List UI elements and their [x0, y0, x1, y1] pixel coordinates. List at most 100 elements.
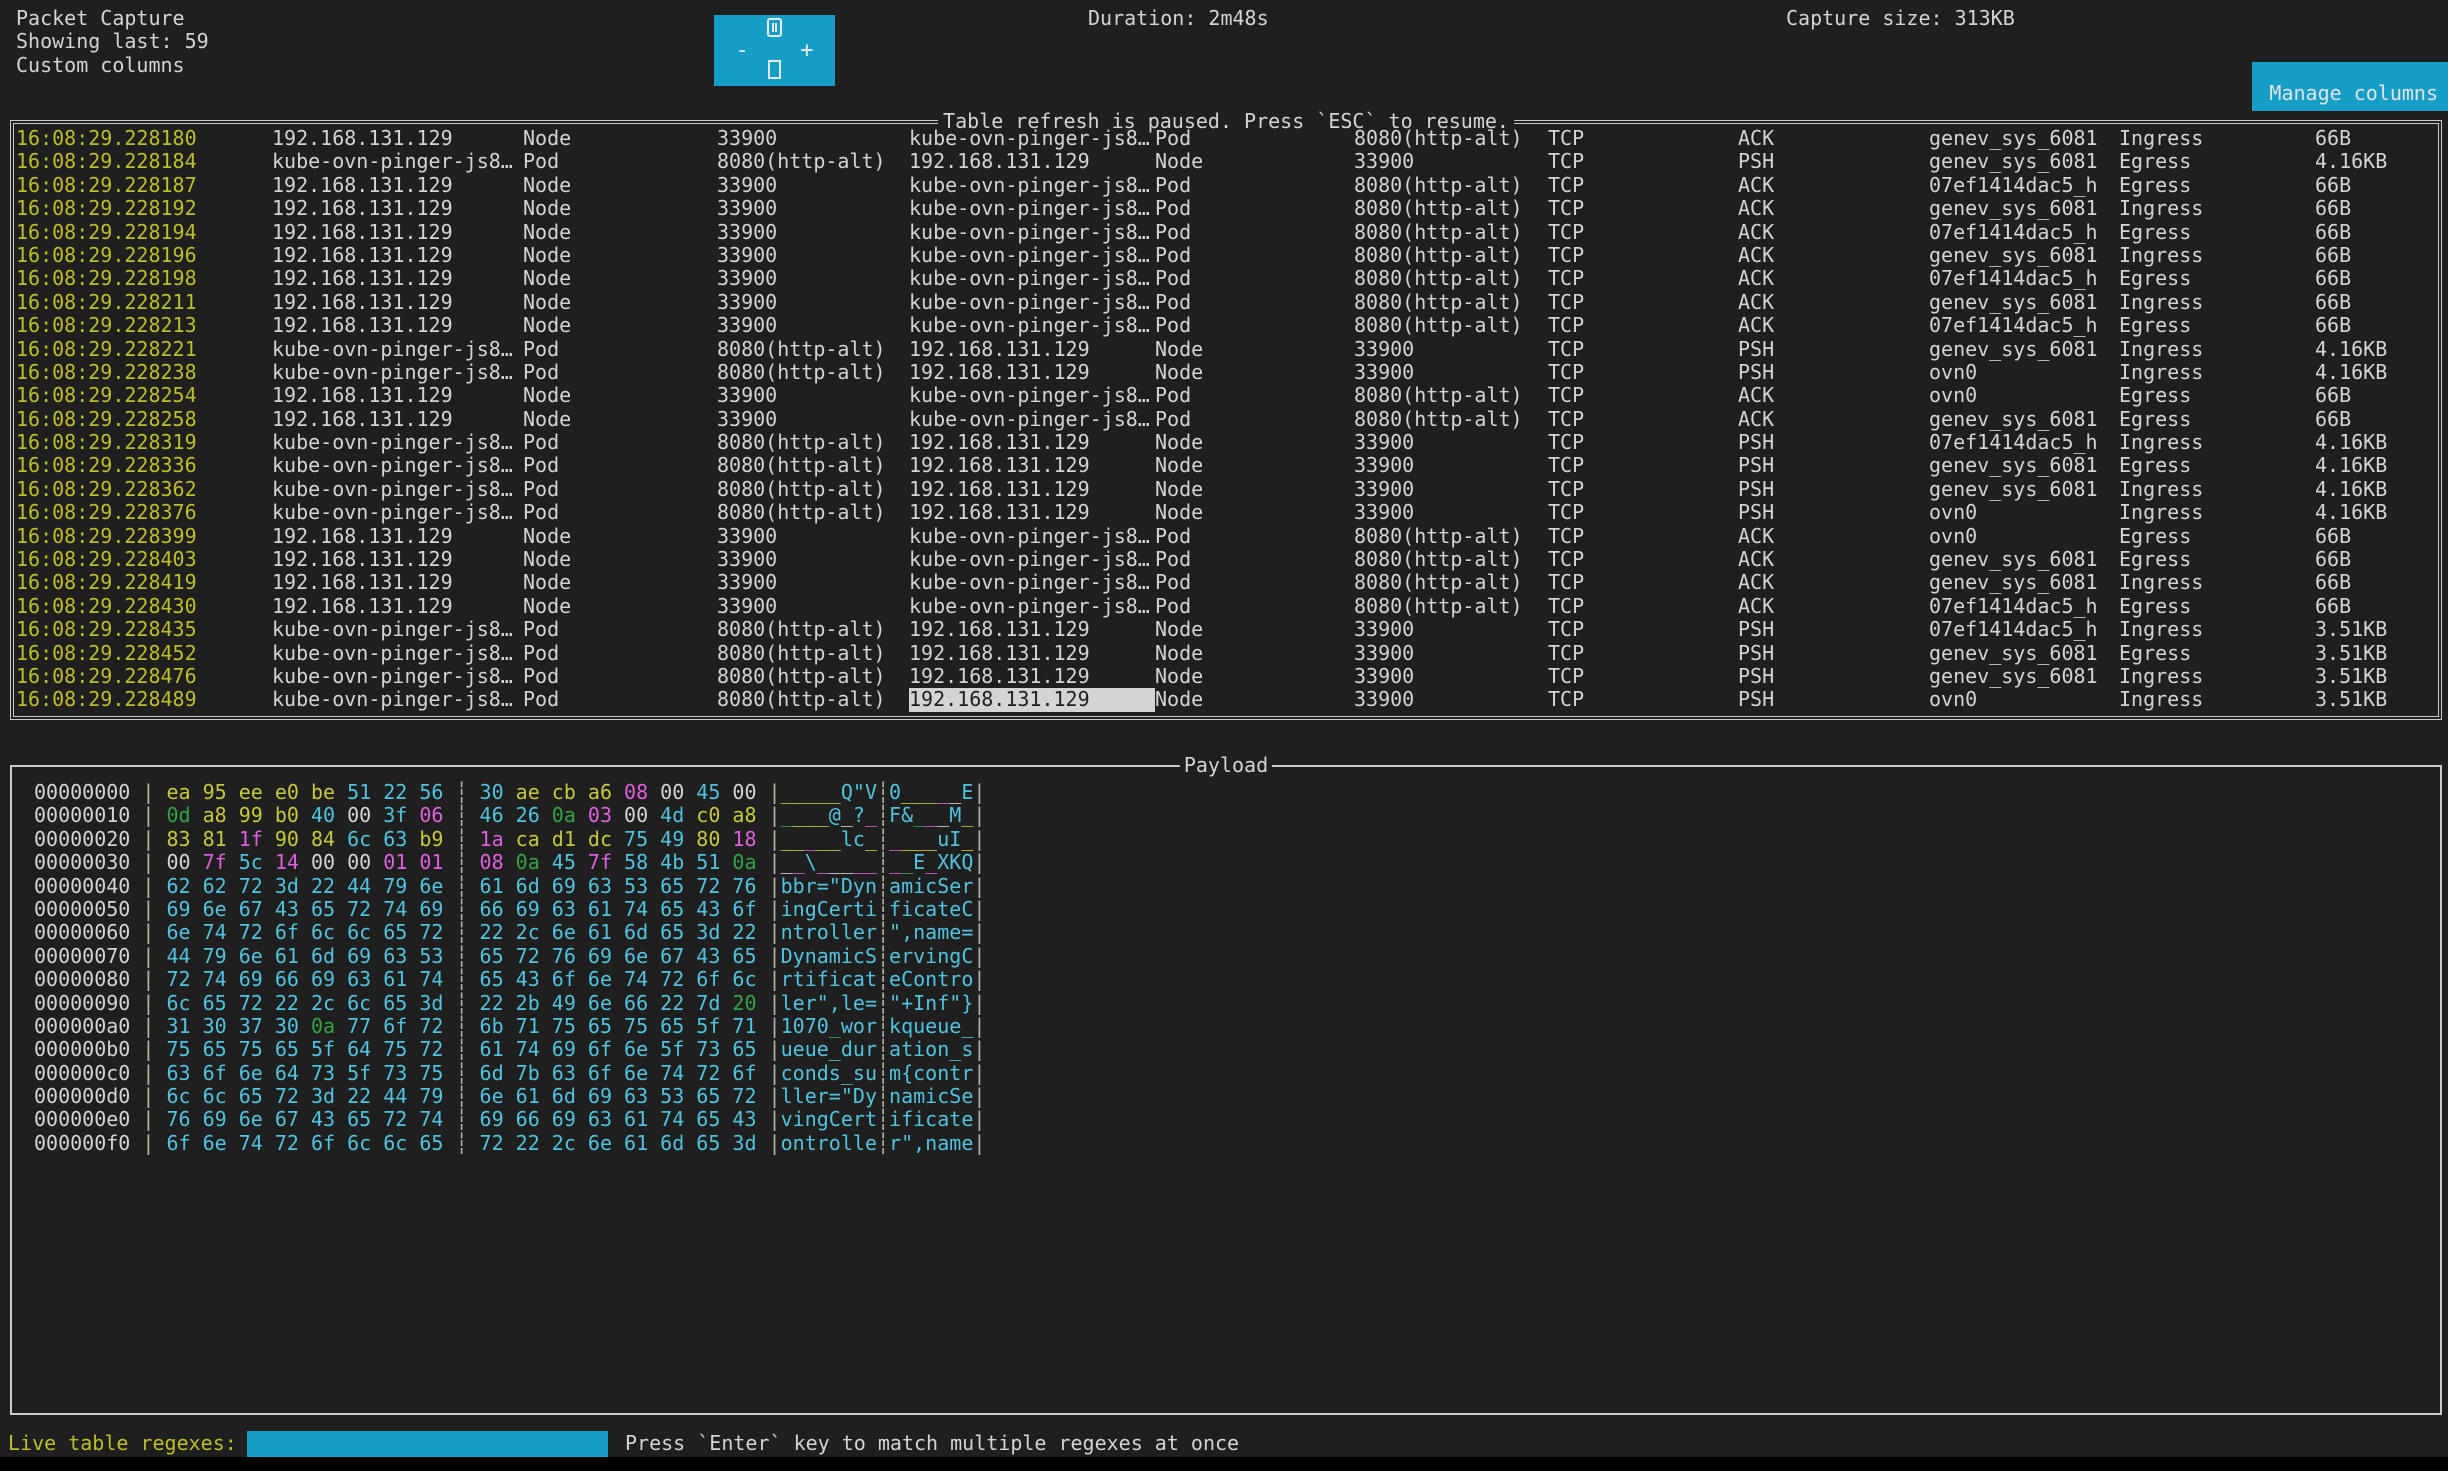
ascii-char: _	[961, 803, 973, 827]
hex-byte: 0d	[166, 803, 202, 827]
hex-offset: 00000060	[34, 920, 130, 944]
table-cell[interactable]: 192.168.131.129	[909, 688, 1155, 711]
hex-byte: 0a	[732, 850, 756, 874]
table-cell: 192.168.131.129	[272, 127, 453, 150]
table-row[interactable]: 16:08:29.228362kube-ovn-pinger-js8…Pod80…	[14, 478, 2438, 501]
increase-button[interactable]: +	[800, 42, 813, 60]
table-row[interactable]: 16:08:29.228435kube-ovn-pinger-js8…Pod80…	[14, 618, 2438, 641]
table-row[interactable]: 16:08:29.228399192.168.131.129Node33900k…	[14, 525, 2438, 548]
separator: |	[757, 874, 781, 898]
table-row[interactable]: 16:08:29.228192192.168.131.129Node33900k…	[14, 197, 2438, 220]
table-row[interactable]: 16:08:29.228376kube-ovn-pinger-js8…Pod80…	[14, 501, 2438, 524]
table-cell: 16:08:29.228211	[16, 291, 197, 314]
hex-byte: 00	[624, 803, 660, 827]
table-cell: Node	[523, 384, 571, 407]
separator: ┆	[877, 1131, 889, 1155]
ascii-char: =	[961, 920, 973, 944]
table-cell: Pod	[523, 431, 559, 454]
ascii-char: 1	[781, 1014, 793, 1038]
ascii-char: _	[961, 1014, 973, 1038]
hex-offset: 000000d0	[34, 1084, 130, 1108]
hex-byte: 95	[203, 780, 239, 804]
hex-byte: 22	[275, 991, 311, 1015]
hex-byte: 6c	[166, 991, 202, 1015]
table-row[interactable]: 16:08:29.228187192.168.131.129Node33900k…	[14, 174, 2438, 197]
table-cell: ovn0	[1929, 525, 1977, 548]
table-row[interactable]: 16:08:29.228198192.168.131.129Node33900k…	[14, 267, 2438, 290]
table-row[interactable]: 16:08:29.228258192.168.131.129Node33900k…	[14, 408, 2438, 431]
table-row[interactable]: 16:08:29.228476kube-ovn-pinger-js8…Pod80…	[14, 665, 2438, 688]
hex-byte: 6f	[203, 1061, 239, 1085]
table-cell: Pod	[523, 478, 559, 501]
ascii-char: n	[889, 1084, 901, 1108]
table-cell: 16:08:29.228180	[16, 127, 197, 150]
ascii-char: _	[865, 827, 877, 851]
stop-button[interactable]	[768, 60, 781, 84]
separator: |	[973, 991, 985, 1015]
table-row[interactable]: 16:08:29.228254192.168.131.129Node33900k…	[14, 384, 2438, 407]
table-row[interactable]: 16:08:29.228196192.168.131.129Node33900k…	[14, 244, 2438, 267]
decrease-button[interactable]: -	[736, 42, 749, 60]
table-row[interactable]: 16:08:29.228319kube-ovn-pinger-js8…Pod80…	[14, 431, 2438, 454]
table-cell: 33900	[717, 291, 777, 314]
regex-input[interactable]	[247, 1431, 608, 1458]
table-cell: 192.168.131.129	[272, 548, 453, 571]
table-row[interactable]: 16:08:29.228336kube-ovn-pinger-js8…Pod80…	[14, 454, 2438, 477]
table-row[interactable]: 16:08:29.228180192.168.131.129Node33900k…	[14, 127, 2438, 150]
ascii-char: 0	[817, 1014, 829, 1038]
table-row[interactable]: 16:08:29.228194192.168.131.129Node33900k…	[14, 221, 2438, 244]
table-row[interactable]: 16:08:29.228452kube-ovn-pinger-js8…Pod80…	[14, 642, 2438, 665]
table-row[interactable]: 16:08:29.228221kube-ovn-pinger-js8…Pod80…	[14, 338, 2438, 361]
manage-columns-button[interactable]: Manage columns	[2252, 62, 2448, 111]
hex-byte: 72	[166, 967, 202, 991]
hex-byte: 61	[624, 1131, 660, 1155]
ascii-char: n	[805, 1107, 817, 1131]
packet-table-rows[interactable]: 16:08:29.228180192.168.131.129Node33900k…	[14, 127, 2438, 712]
table-row[interactable]: 16:08:29.228419192.168.131.129Node33900k…	[14, 571, 2438, 594]
hex-byte: 72	[239, 920, 275, 944]
ascii-char: _	[841, 1061, 853, 1085]
table-cell: 8080(http-alt)	[1354, 408, 1523, 431]
ascii-char: o	[913, 967, 925, 991]
ascii-char: m	[937, 920, 949, 944]
ascii-char: M	[949, 803, 961, 827]
ascii-char: l	[793, 1084, 805, 1108]
pause-button[interactable]	[767, 18, 782, 42]
hex-row: 000000c0 | 63 6f 6e 64 73 5f 73 75 ┆ 6d …	[34, 1062, 985, 1085]
hex-byte: 73	[311, 1061, 347, 1085]
hex-byte: 3d	[419, 991, 443, 1015]
ascii-char: _	[817, 827, 829, 851]
table-cell: TCP	[1548, 244, 1584, 267]
ascii-char: e	[841, 1107, 853, 1131]
hex-byte: 06	[419, 803, 443, 827]
table-cell: ACK	[1738, 595, 1774, 618]
hex-byte: 6c	[347, 991, 383, 1015]
table-cell: 8080(http-alt)	[717, 501, 886, 524]
hex-byte: 64	[347, 1037, 383, 1061]
table-row[interactable]: 16:08:29.228184kube-ovn-pinger-js8…Pod80…	[14, 150, 2438, 173]
ascii-char: r	[805, 991, 817, 1015]
ascii-char: u	[853, 1037, 865, 1061]
table-cell: ovn0	[1929, 688, 1977, 711]
table-row[interactable]: 16:08:29.228403192.168.131.129Node33900k…	[14, 548, 2438, 571]
capture-controls: - +	[714, 15, 835, 86]
table-row[interactable]: 16:08:29.228430192.168.131.129Node33900k…	[14, 595, 2438, 618]
table-row[interactable]: 16:08:29.228238kube-ovn-pinger-js8…Pod80…	[14, 361, 2438, 384]
separator: |	[757, 827, 781, 851]
ascii-char: "	[901, 1131, 913, 1155]
table-cell: 16:08:29.228221	[16, 338, 197, 361]
table-cell: TCP	[1548, 525, 1584, 548]
ascii-char: _	[949, 1037, 961, 1061]
hex-byte: 22	[480, 991, 516, 1015]
ascii-char: e	[793, 991, 805, 1015]
ascii-char: S	[949, 1084, 961, 1108]
table-row[interactable]: 16:08:29.228213192.168.131.129Node33900k…	[14, 314, 2438, 337]
hex-byte: 4d	[660, 803, 696, 827]
table-row[interactable]: 16:08:29.228489kube-ovn-pinger-js8…Pod80…	[14, 688, 2438, 711]
hex-byte: 65	[239, 1084, 275, 1108]
table-row[interactable]: 16:08:29.228211192.168.131.129Node33900k…	[14, 291, 2438, 314]
ascii-char: e	[805, 1084, 817, 1108]
ascii-char: i	[841, 944, 853, 968]
hex-byte: 00	[347, 850, 383, 874]
ascii-char: l	[829, 920, 841, 944]
